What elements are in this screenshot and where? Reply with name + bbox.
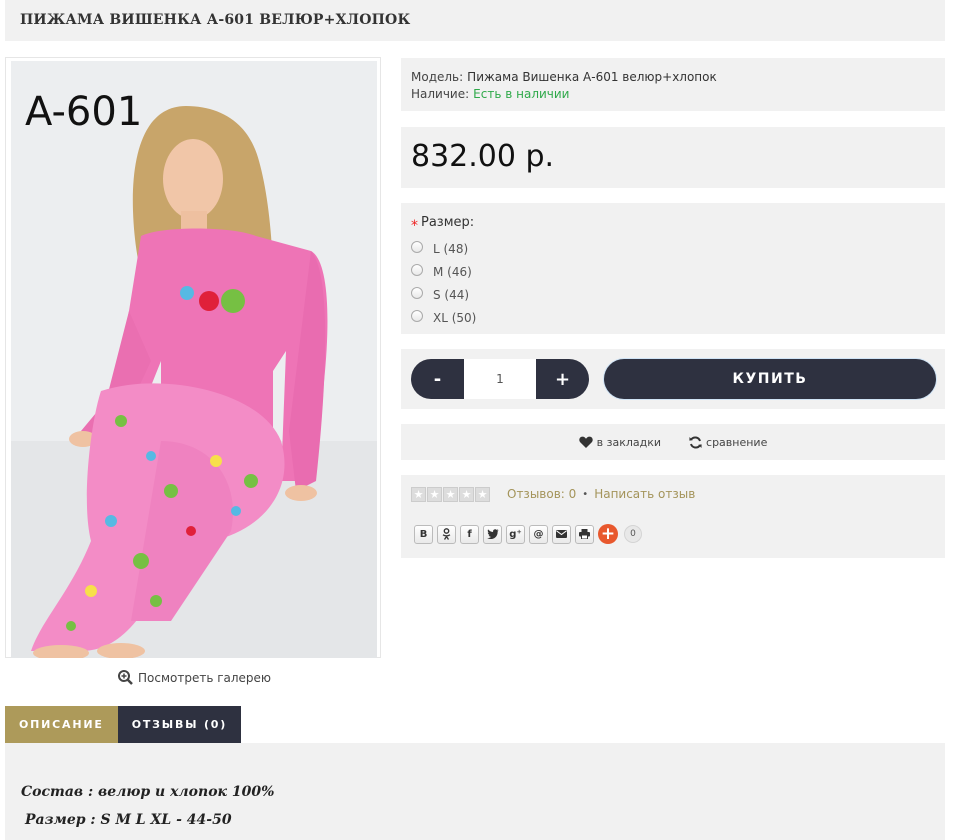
share-buttons: B f g⁺ @ + 0 — [414, 524, 642, 544]
star-icon: ★ — [459, 487, 474, 502]
star-icon: ★ — [443, 487, 458, 502]
size-options-panel: * Размер: L (48) M (46) S (44) XL (50) — [401, 203, 945, 334]
size-option-s[interactable]: S (44) — [411, 283, 935, 306]
size-radio-m[interactable] — [411, 264, 423, 276]
odnoklassniki-share-icon[interactable] — [437, 524, 456, 544]
gallery-link-label: Посмотреть галерею — [138, 670, 272, 685]
product-tabs: ОПИСАНИЕ ОТЗЫВЫ (0) — [5, 706, 242, 743]
quantity-stepper: - 1 + — [411, 359, 589, 399]
size-option-label: * Размер: — [411, 215, 935, 237]
title-bar: ПИЖАМА ВИШЕНКА А-601 ВЕЛЮР+ХЛОПОК — [5, 0, 945, 41]
stock-status: Есть в наличии — [473, 87, 570, 101]
share-count: 0 — [624, 525, 642, 543]
email-share-icon[interactable] — [552, 524, 571, 544]
product-info-panel: Модель: Пижама Вишенка А-601 велюр+хлопок… — [401, 58, 945, 111]
size-option-label-s: S (44) — [433, 287, 470, 302]
star-icon: ★ — [475, 487, 490, 502]
wishlist-label: в закладки — [596, 435, 662, 449]
separator-dot: • — [582, 488, 589, 500]
size-radio-l[interactable] — [411, 241, 423, 253]
write-review-link[interactable]: Написать отзыв — [594, 487, 695, 501]
description-panel: Состав : велюр и хлопок 100% Размер : S … — [5, 743, 945, 840]
tab-description[interactable]: ОПИСАНИЕ — [5, 706, 118, 743]
star-icon: ★ — [411, 487, 426, 502]
print-share-icon[interactable] — [575, 524, 594, 544]
size-option-label-xl: XL (50) — [433, 310, 477, 325]
stock-label: Наличие: — [411, 87, 470, 101]
review-links: Отзывов: 0 • Написать отзыв — [507, 487, 695, 501]
size-option-m[interactable]: M (46) — [411, 260, 935, 283]
product-price: 832.00 р. — [411, 139, 555, 174]
image-model-label: A-601 — [25, 89, 142, 135]
add-to-compare-button[interactable]: сравнение — [689, 436, 767, 449]
facebook-share-icon[interactable]: f — [460, 524, 479, 544]
model-value: Пижама Вишенка А-601 велюр+хлопок — [467, 70, 717, 84]
mailru-share-icon[interactable]: @ — [529, 524, 548, 544]
size-option-l[interactable]: L (48) — [411, 237, 935, 260]
add-to-wishlist-button[interactable]: в закладки — [578, 435, 662, 449]
actions-panel: в закладки сравнение — [401, 424, 945, 460]
page-title: ПИЖАМА ВИШЕНКА А-601 ВЕЛЮР+ХЛОПОК — [20, 12, 411, 28]
model-label: Модель: — [411, 70, 464, 84]
star-icon: ★ — [427, 487, 442, 502]
zoom-icon — [118, 670, 133, 685]
product-image-frame[interactable]: A-601 — [5, 57, 381, 658]
size-option-xl[interactable]: XL (50) — [411, 306, 935, 329]
more-share-icon[interactable]: + — [598, 524, 618, 544]
description-composition: Состав : велюр и хлопок 100% — [21, 784, 275, 800]
rating-stars: ★ ★ ★ ★ ★ — [411, 487, 490, 502]
vkontakte-share-icon[interactable]: B — [414, 524, 433, 544]
quantity-input[interactable]: 1 — [464, 359, 536, 399]
size-option-label-m: M (46) — [433, 264, 472, 279]
product-image[interactable]: A-601 — [11, 61, 377, 658]
refresh-icon — [689, 436, 702, 448]
reviews-count-link[interactable]: Отзывов: 0 — [507, 487, 576, 501]
buy-button[interactable]: КУПИТЬ — [604, 359, 936, 399]
tab-reviews[interactable]: ОТЗЫВЫ (0) — [117, 706, 242, 743]
reviews-panel: ★ ★ ★ ★ ★ Отзывов: 0 • Написать отзыв B … — [401, 475, 945, 558]
quantity-decrease-button[interactable]: - — [411, 359, 464, 399]
price-panel: 832.00 р. — [401, 127, 945, 188]
compare-label: сравнение — [706, 435, 768, 449]
buy-panel: - 1 + КУПИТЬ — [401, 349, 945, 409]
size-label: Размер: — [421, 215, 475, 230]
size-radio-s[interactable] — [411, 287, 423, 299]
google-plus-share-icon[interactable]: g⁺ — [506, 524, 525, 544]
quantity-increase-button[interactable]: + — [536, 359, 589, 399]
heart-icon — [578, 436, 593, 448]
size-radio-xl[interactable] — [411, 310, 423, 322]
description-sizes: Размер : S M L XL - 44-50 — [25, 812, 232, 828]
twitter-share-icon[interactable] — [483, 524, 502, 544]
view-gallery-link[interactable]: Посмотреть галерею — [118, 670, 271, 685]
size-option-label-l: L (48) — [433, 241, 469, 256]
required-mark: * — [411, 218, 418, 234]
